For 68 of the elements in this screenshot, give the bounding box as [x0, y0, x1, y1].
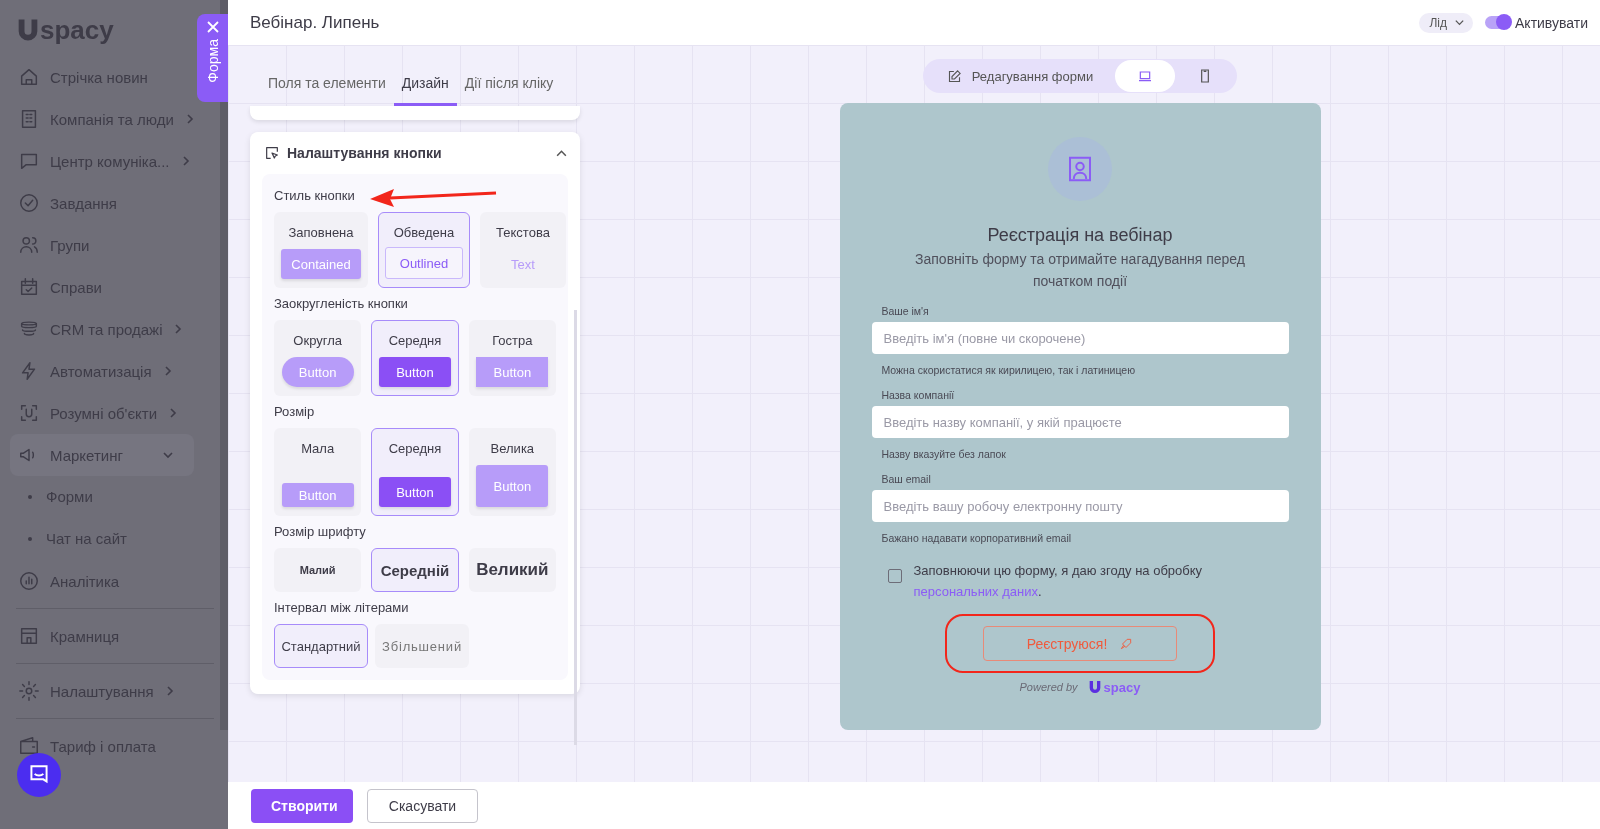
option-label: Збільшений	[382, 638, 462, 654]
option-label: Мала	[301, 441, 335, 456]
option-label: Середня	[388, 333, 442, 348]
field-label: Назва компанії	[880, 388, 956, 403]
option-tile[interactable]: Середній	[371, 548, 459, 592]
option-tile[interactable]: Заповнена Contained	[274, 212, 368, 288]
option-label: Стандартний	[281, 638, 361, 654]
option-tile[interactable]: Обведена Outlined	[378, 212, 470, 288]
field-hint: Назву вказуйте без лапок	[880, 447, 1007, 462]
side-tab[interactable]: Форма	[197, 14, 228, 102]
option-tile[interactable]: Округла Button	[274, 320, 362, 396]
logo-text: spacy	[1103, 679, 1141, 695]
option-tile[interactable]: Текстова Text	[480, 212, 566, 288]
button-preview: Button	[379, 477, 451, 507]
option-label: Малий	[299, 564, 336, 576]
group-label: Стиль кнопки	[274, 187, 355, 205]
button-preview: Button	[379, 357, 451, 387]
option-tile[interactable]: Великий	[468, 548, 556, 592]
group-label: Заокругленість кнопки	[274, 295, 408, 313]
privacy-link[interactable]: персональних даних	[913, 584, 1038, 599]
field-label: Ваше ім'я	[880, 304, 930, 319]
option-label: Заповнена	[288, 225, 354, 240]
group-label: Розмір	[274, 403, 315, 421]
option-tile[interactable]: Середня Button	[371, 320, 459, 396]
form-subtitle: Заповніть форму та отримайте нагадування перед початком події	[914, 250, 1246, 291]
toggle-label: Активувати	[1515, 14, 1588, 31]
form-title: Реєстрація на вебінар	[987, 225, 1173, 246]
option-label: Великий	[476, 560, 549, 580]
option-label: Округла	[293, 333, 342, 348]
page-title: Вебінар. Липень	[250, 12, 380, 33]
field-hint: Можна скористатися як кирилицею, так і латиницею	[880, 363, 1137, 378]
group-label: Розмір шрифту	[274, 523, 366, 541]
editor-tab[interactable]: Дії після кліку	[456, 65, 562, 106]
input-field[interactable]: Введіть назву компанії, у якій працюєте	[871, 406, 1289, 438]
option-tile[interactable]: Середня Button	[371, 428, 459, 516]
option-label: Гостра	[492, 333, 533, 348]
option-label: Текстова	[496, 225, 550, 240]
button-preview: Contained	[281, 249, 361, 279]
button-preview: Text	[510, 255, 536, 274]
group-label: Інтервал між літерами	[274, 599, 409, 617]
view-mode-button[interactable]: Редагування форми	[924, 60, 1116, 92]
footer-button[interactable]: Скасувати	[367, 788, 478, 823]
option-tile[interactable]: Гостра Button	[468, 320, 556, 396]
type-dropdown[interactable]: Лід	[1419, 12, 1473, 33]
button-preview: Button	[476, 357, 549, 387]
powered-by: Powered by	[1019, 681, 1078, 693]
sidebar-item[interactable]: Маркетинг	[10, 434, 194, 476]
input-field[interactable]: Введіть вашу робочу електронну пошту	[871, 490, 1289, 522]
field-hint: Бажано надавати корпоративний email	[880, 531, 1073, 546]
option-label: Середній	[380, 561, 450, 579]
consent-text: Заповнюючи цю форму, я даю згоду на обробку персональних даних.	[913, 562, 1204, 601]
option-tile[interactable]: Малий	[274, 548, 362, 592]
option-tile[interactable]: Мала Button	[274, 428, 362, 516]
input-field[interactable]: Введіть ім'я (повне чи скорочене)	[871, 322, 1289, 354]
section-title: Налаштування кнопки	[287, 145, 443, 161]
option-tile[interactable]: Збільшений	[375, 624, 469, 668]
button-preview: Outlined	[385, 247, 463, 279]
button-preview: Button	[281, 357, 354, 387]
option-tile[interactable]: Велика Button	[468, 428, 556, 516]
button-preview: Button	[476, 465, 549, 507]
option-label: Велика	[490, 441, 535, 456]
option-tile[interactable]: Стандартний	[274, 624, 368, 668]
option-label: Середня	[388, 441, 442, 456]
editor-tab[interactable]: Поля та елементи	[260, 65, 394, 106]
button-preview: Button	[281, 483, 354, 507]
footer-button[interactable]: Створити	[251, 788, 353, 823]
option-label: Обведена	[393, 225, 455, 240]
field-label: Ваш email	[880, 472, 932, 487]
